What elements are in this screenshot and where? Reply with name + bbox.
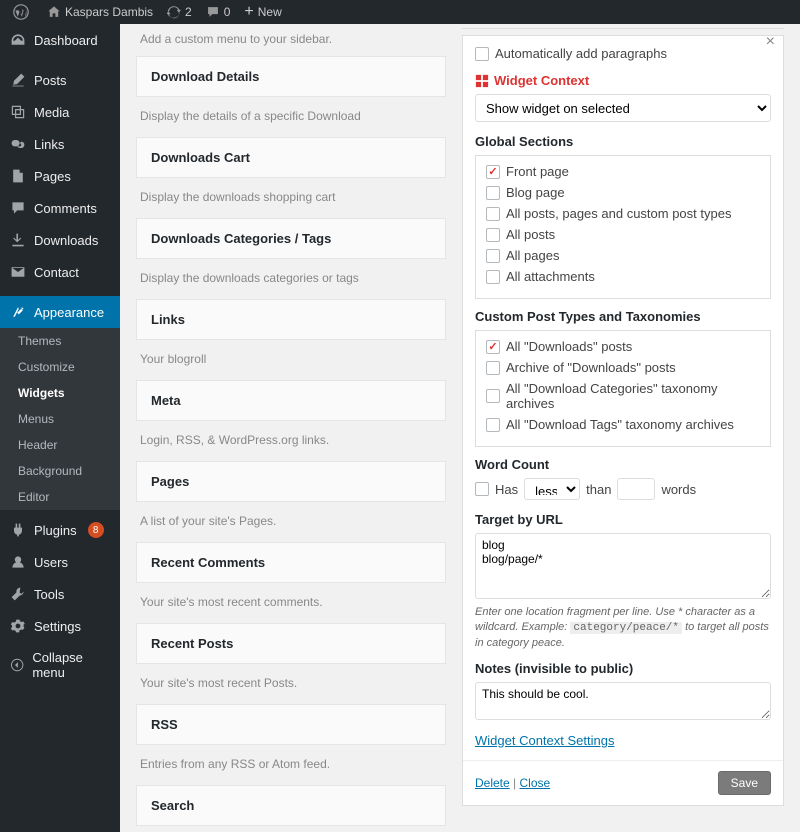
nav-links[interactable]: Links	[0, 128, 120, 160]
widget-title: Meta	[137, 381, 445, 420]
collapse-menu[interactable]: Collapse menu	[0, 642, 120, 688]
widget-desc: A list of your site's Pages.	[136, 508, 446, 542]
global-option-label: All posts	[506, 227, 555, 242]
available-widget[interactable]: Recent Posts	[136, 623, 446, 664]
new-content[interactable]: +New	[237, 0, 288, 24]
cpt-option-label: Archive of "Downloads" posts	[506, 360, 676, 375]
notes-textarea[interactable]: This should be cool.	[475, 682, 771, 720]
nav-downloads[interactable]: Downloads	[0, 224, 120, 256]
global-option-checkbox[interactable]	[486, 228, 500, 242]
global-option-checkbox[interactable]	[486, 165, 500, 179]
nav-posts[interactable]: Posts	[0, 64, 120, 96]
visibility-select[interactable]: Show widget on selected	[475, 94, 771, 122]
global-option-label: Blog page	[506, 185, 565, 200]
global-sections-title: Global Sections	[475, 134, 771, 149]
global-option-label: All posts, pages and custom post types	[506, 206, 731, 221]
subnav-editor[interactable]: Editor	[0, 484, 120, 510]
cpt-option-label: All "Download Categories" taxonomy archi…	[506, 381, 760, 411]
close-link[interactable]: Close	[519, 776, 550, 790]
widget-desc: Display the details of a specific Downlo…	[136, 103, 446, 137]
global-option-label: All pages	[506, 248, 559, 263]
nav-users[interactable]: Users	[0, 546, 120, 578]
widget-title: Recent Comments	[137, 543, 445, 582]
comments-bubble[interactable]: 0	[199, 0, 238, 24]
widget-title: RSS	[137, 705, 445, 744]
nav-tools[interactable]: Tools	[0, 578, 120, 610]
widget-title: Pages	[137, 462, 445, 501]
widget-desc: Entries from any RSS or Atom feed.	[136, 751, 446, 785]
subnav-customize[interactable]: Customize	[0, 354, 120, 380]
cpt-option-checkbox[interactable]	[486, 361, 500, 375]
global-option-checkbox[interactable]	[486, 186, 500, 200]
widget-title: Links	[137, 300, 445, 339]
delete-link[interactable]: Delete	[475, 776, 510, 790]
subnav-header[interactable]: Header	[0, 432, 120, 458]
available-widget[interactable]: Downloads Categories / Tags	[136, 218, 446, 259]
cpt-title: Custom Post Types and Taxonomies	[475, 309, 771, 324]
cpt-option-label: All "Download Tags" taxonomy archives	[506, 417, 734, 432]
target-url-hint: Enter one location fragment per line. Us…	[475, 605, 771, 651]
global-option-label: Front page	[506, 164, 569, 179]
nav-pages[interactable]: Pages	[0, 160, 120, 192]
nav-plugins[interactable]: Plugins8	[0, 514, 120, 546]
available-widget[interactable]: Meta	[136, 380, 446, 421]
close-icon[interactable]: ×	[766, 33, 775, 51]
cpt-option-checkbox[interactable]	[486, 418, 500, 432]
widget-desc: Display the downloads shopping cart	[136, 184, 446, 218]
global-option-checkbox[interactable]	[486, 270, 500, 284]
available-widget[interactable]: Download Details	[136, 56, 446, 97]
target-url-textarea[interactable]: blog blog/page/*	[475, 533, 771, 599]
intro-text: Add a custom menu to your sidebar.	[136, 28, 446, 56]
context-settings-link[interactable]: Widget Context Settings	[475, 733, 614, 748]
global-option-checkbox[interactable]	[486, 207, 500, 221]
widget-desc: Display the downloads categories or tags	[136, 265, 446, 299]
plugins-count: 8	[88, 522, 104, 538]
nav-settings[interactable]: Settings	[0, 610, 120, 642]
nav-comments[interactable]: Comments	[0, 192, 120, 224]
wordcount-checkbox[interactable]	[475, 482, 489, 496]
nav-contact[interactable]: Contact	[0, 256, 120, 288]
available-widget[interactable]: Recent Comments	[136, 542, 446, 583]
wordcount-op[interactable]: less	[524, 478, 580, 500]
cpt-option-label: All "Downloads" posts	[506, 339, 632, 354]
wordcount-title: Word Count	[475, 457, 771, 472]
nav-dashboard[interactable]: Dashboard	[0, 24, 120, 56]
available-widget[interactable]: Pages	[136, 461, 446, 502]
widget-context-title: Widget Context	[475, 73, 771, 88]
available-widget[interactable]: Downloads Cart	[136, 137, 446, 178]
subnav-menus[interactable]: Menus	[0, 406, 120, 432]
target-url-title: Target by URL	[475, 512, 771, 527]
available-widget[interactable]: RSS	[136, 704, 446, 745]
autop-checkbox[interactable]	[475, 47, 489, 61]
widget-title: Download Details	[137, 57, 445, 96]
nav-media[interactable]: Media	[0, 96, 120, 128]
subnav-background[interactable]: Background	[0, 458, 120, 484]
subnav-widgets[interactable]: Widgets	[0, 380, 120, 406]
cpt-option-checkbox[interactable]	[486, 340, 500, 354]
wp-logo[interactable]	[6, 0, 40, 24]
widget-title: Downloads Cart	[137, 138, 445, 177]
available-widget[interactable]: Links	[136, 299, 446, 340]
widget-desc: Your site's most recent comments.	[136, 589, 446, 623]
widget-title: Search	[137, 786, 445, 825]
updates[interactable]: 2	[160, 0, 199, 24]
autop-label: Automatically add paragraphs	[495, 46, 667, 61]
available-widget[interactable]: Search	[136, 785, 446, 826]
notes-title: Notes (invisible to public)	[475, 661, 771, 676]
widget-desc: Your blogroll	[136, 346, 446, 380]
widget-desc: Login, RSS, & WordPress.org links.	[136, 427, 446, 461]
global-option-label: All attachments	[506, 269, 595, 284]
global-option-checkbox[interactable]	[486, 249, 500, 263]
wordcount-value[interactable]	[617, 478, 655, 500]
save-button[interactable]: Save	[718, 771, 771, 795]
nav-appearance[interactable]: Appearance	[0, 296, 120, 328]
widget-title: Recent Posts	[137, 624, 445, 663]
context-icon	[475, 74, 489, 88]
site-name[interactable]: Kaspars Dambis	[40, 0, 160, 24]
widget-title: Downloads Categories / Tags	[137, 219, 445, 258]
subnav-themes[interactable]: Themes	[0, 328, 120, 354]
widget-desc: Your site's most recent Posts.	[136, 670, 446, 704]
cpt-option-checkbox[interactable]	[486, 389, 500, 403]
